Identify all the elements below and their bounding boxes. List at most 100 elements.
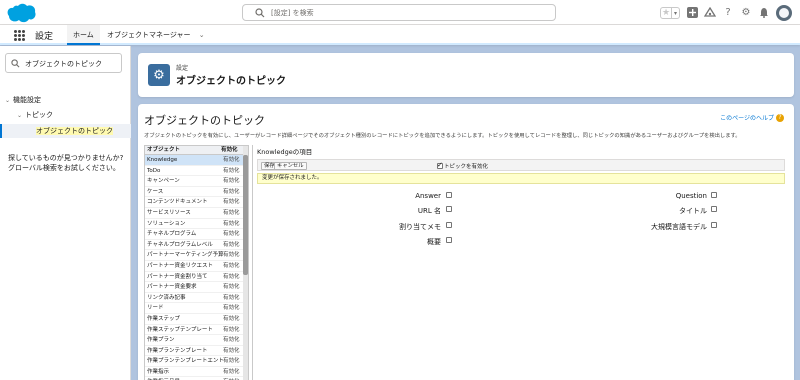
detail-toolbar: 保存 キャンセル トピックを有効化 [257,159,785,171]
table-row[interactable]: 作業プラン 有効化 [145,335,248,346]
table-row[interactable]: コンテンツドキュメント 有効化 [145,197,248,208]
object-name: チャネルプログラム [147,231,197,238]
object-status: 有効化 [223,273,240,280]
table-row[interactable]: リード 有効化 [145,303,248,314]
object-status: 有効化 [223,188,240,195]
object-name: パートナー資金リクエスト [147,262,214,269]
tree-item-label: 機能設定 [13,96,41,104]
object-status: 有効化 [223,167,240,174]
table-row[interactable]: Knowledge 有効化 [145,155,248,166]
content-title: オブジェクトのトピック [144,114,265,127]
chevron-down-icon[interactable]: ⌄ [199,31,205,39]
help-icon[interactable]: ? [722,7,734,19]
object-status: 有効化 [223,358,240,365]
table-row[interactable]: パートナー資金要求 有効化 [145,282,248,293]
field-checkbox[interactable] [446,192,452,198]
tree-item-feature-settings[interactable]: ⌄ 機能設定 [0,93,131,107]
field-label: Answer [415,192,441,200]
table-row[interactable]: パートナー資金割り当て 有効化 [145,272,248,283]
object-name: 作業プランテンプレートエントリ [147,358,223,365]
chevron-down-icon[interactable]: ⌄ [17,109,25,123]
gear-icon[interactable]: ⚙ [740,7,752,19]
object-status: 有効化 [223,305,240,312]
gear-icon: ⚙ [148,64,170,86]
avatar[interactable] [776,4,792,21]
trailhead-icon[interactable] [704,7,716,19]
checkbox[interactable] [437,161,443,169]
favorites-group: ★ ▾ [660,6,680,19]
global-header: [設定] を検索 ★ ▾ ? ⚙ [0,0,800,25]
object-name: ソリューション [147,220,186,227]
table-row[interactable]: サービスリソース 有効化 [145,208,248,219]
scrollbar[interactable] [243,146,248,380]
object-status: 有効化 [223,262,240,269]
scrollbar-thumb[interactable] [243,155,248,275]
field-checkbox[interactable] [446,237,452,243]
help-link-label: このページのヘルプ [720,115,774,122]
object-status: 有効化 [223,220,240,227]
salesforce-logo[interactable] [6,3,36,23]
table-row[interactable]: キャンペーン 有効化 [145,176,248,187]
search-placeholder: [設定] を検索 [271,9,314,17]
object-status: 有効化 [223,231,240,238]
tab-object-manager-label: オブジェクトマネージャー [107,31,191,39]
detail-panel: Knowledgeの項目 保存 キャンセル トピックを有効化 変更が保存されまし… [252,145,786,380]
app-launcher-icon[interactable] [14,30,25,41]
field-checkbox[interactable] [446,206,452,212]
table-header: オブジェクト 有効化 [145,146,248,155]
tree-item-topics[interactable]: ⌄ トピック [0,108,131,122]
table-row[interactable]: ソリューション 有効化 [145,219,248,230]
object-table: オブジェクト 有効化 Knowledge 有効化 ToDo 有効化 キャンペーン 有効化ケ… [144,145,249,380]
breadcrumb[interactable]: 設定 [176,63,188,72]
field-checkbox[interactable] [711,222,717,228]
object-name: パートナー資金要求 [147,284,197,291]
object-name: 作業指示 [147,368,170,375]
global-search-input[interactable]: [設定] を検索 [242,4,556,21]
content-panel: オブジェクトのトピック このページのヘルプ ? オブジェクトのトピックを有効にし… [138,104,794,380]
object-name: リード [147,305,164,312]
chevron-down-icon[interactable]: ▾ [671,7,679,18]
field-checkbox[interactable] [711,206,717,212]
column-header-enabled[interactable]: 有効化 [221,146,243,154]
table-row[interactable]: リンク済み記事 有効化 [145,293,248,304]
object-name: Knowledge [147,157,178,163]
tree-item-label: トピック [25,111,53,119]
cancel-button[interactable]: キャンセル [274,162,307,170]
object-status: 有効化 [223,284,240,291]
table-row[interactable]: ケース 有効化 [145,187,248,198]
object-status: 有効化 [223,294,240,301]
star-icon[interactable]: ★ [661,8,671,18]
add-icon[interactable] [686,7,698,19]
column-header-object[interactable]: オブジェクト [145,146,221,154]
bell-icon[interactable] [758,7,770,19]
table-row[interactable]: チャネルプログラムレベル 有効化 [145,240,248,251]
table-row[interactable]: 作業ステップ 有効化 [145,314,248,325]
field-label: 概要 [427,238,441,246]
object-name: サービスリソース [147,209,191,216]
object-name: コンテンツドキュメント [147,199,208,206]
table-row[interactable]: 作業プランテンプレート 有効化 [145,346,248,357]
enable-topics-toggle[interactable]: トピックを有効化 [437,161,488,170]
help-link[interactable]: このページのヘルプ ? [720,113,784,122]
table-row[interactable]: 作業ステップテンプレート 有効化 [145,325,248,336]
object-status: 有効化 [223,326,240,333]
tab-home[interactable]: ホーム [67,25,100,45]
object-status: 有効化 [223,315,240,322]
chevron-down-icon[interactable]: ⌄ [5,94,13,108]
tree-item-object-topics[interactable]: オブジェクトのトピック [0,124,131,138]
table-row[interactable]: パートナー資金リクエスト 有効化 [145,261,248,272]
question-icon: ? [776,113,784,122]
table-row[interactable]: チャネルプログラム 有効化 [145,229,248,240]
table-row[interactable]: パートナーマーケティング予算 有効化 [145,250,248,261]
table-row[interactable]: 作業プランテンプレートエントリ 有効化 [145,356,248,367]
field-checkbox[interactable] [446,222,452,228]
setup-sidebar: オブジェクトのトピック ⌄ 機能設定 ⌄ トピック オブジェクトのトピック 探してい… [0,46,131,380]
quick-find-input[interactable]: オブジェクトのトピック [5,53,122,73]
table-row[interactable]: ToDo 有効化 [145,166,248,177]
field-checkbox[interactable] [711,192,717,198]
field-label: 大規模言語モデル [651,223,707,231]
object-status: 有効化 [223,178,240,185]
tab-object-manager[interactable]: オブジェクトマネージャー ⌄ [101,25,211,45]
field-label: タイトル [679,207,707,215]
table-row[interactable]: 作業指示 有効化 [145,367,248,378]
